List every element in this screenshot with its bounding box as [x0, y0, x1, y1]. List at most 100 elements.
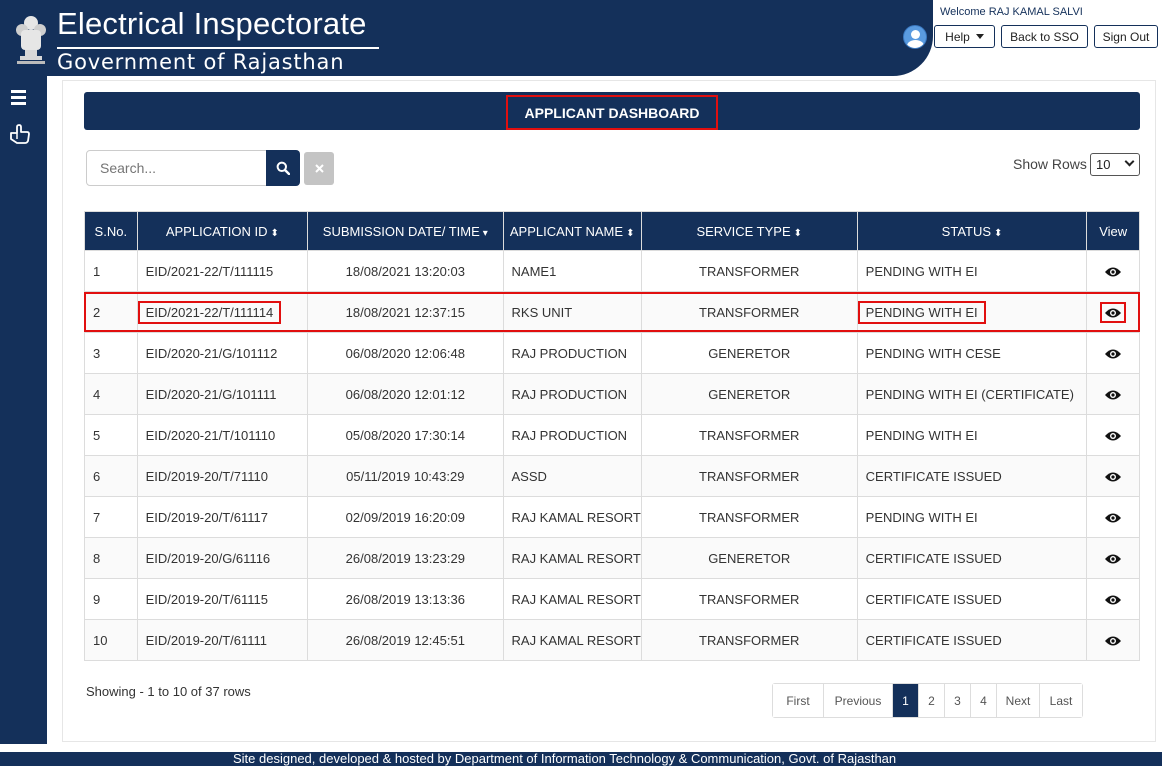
search-input[interactable] — [86, 150, 267, 186]
cell-applicant-name: RAJ PRODUCTION — [502, 332, 642, 374]
caret-down-icon — [975, 34, 984, 39]
header-application-id[interactable]: APPLICATION ID ⬍ — [136, 211, 309, 251]
close-icon — [314, 164, 324, 173]
cell-application-id: EID/2019-20/T/61111 — [136, 619, 309, 661]
cell-sno: 10 — [84, 619, 138, 661]
cell-submission-date: 05/08/2020 17:30:14 — [307, 414, 504, 456]
cell-application-id: EID/2019-20/T/61117 — [136, 496, 309, 538]
search-icon — [276, 161, 290, 175]
cell-submission-date: 06/08/2020 12:06:48 — [307, 332, 504, 374]
eye-icon — [1105, 308, 1122, 318]
header-submission-date[interactable]: SUBMISSION DATE/ TIME ▾ — [307, 211, 504, 251]
hand-pointer-icon[interactable] — [9, 124, 31, 144]
footer-text: Site designed, developed & hosted by Dep… — [233, 751, 897, 766]
cell-status: PENDING WITH EI (CERTIFICATE) — [856, 373, 1088, 415]
page-previous[interactable]: Previous — [824, 684, 893, 717]
header-status[interactable]: STATUS ⬍ — [856, 211, 1088, 251]
page-1[interactable]: 1 — [893, 684, 919, 717]
view-button[interactable] — [1086, 250, 1140, 292]
cell-status: CERTIFICATE ISSUED — [856, 578, 1088, 620]
view-button[interactable] — [1086, 414, 1140, 456]
cell-submission-date: 02/09/2019 16:20:09 — [307, 496, 504, 538]
cell-applicant-name: RAJ PRODUCTION — [502, 414, 642, 456]
search-button[interactable] — [266, 150, 300, 186]
cell-service-type: TRANSFORMER — [640, 291, 858, 333]
back-to-sso-button[interactable]: Back to SSO — [1001, 25, 1088, 48]
show-rows-label: Show Rows — [1013, 156, 1087, 172]
sort-icon: ⬍ — [994, 227, 1003, 239]
cell-applicant-name: RAJ KAMAL RESORT — [502, 619, 642, 661]
cell-service-type: TRANSFORMER — [640, 414, 858, 456]
cell-application-id: EID/2019-20/T/71110 — [136, 455, 309, 497]
welcome-text: Welcome RAJ KAMAL SALVI — [940, 6, 1083, 18]
cell-applicant-name: NAME1 — [502, 250, 642, 292]
user-avatar-icon[interactable] — [903, 25, 927, 49]
sign-out-button[interactable]: Sign Out — [1094, 25, 1158, 48]
page-3[interactable]: 3 — [945, 684, 971, 717]
cell-service-type: GENERETOR — [640, 537, 858, 579]
cell-sno: 4 — [84, 373, 138, 415]
clear-search-button[interactable] — [304, 152, 334, 185]
cell-applicant-name: RAJ KAMAL RESORT — [502, 578, 642, 620]
header-service-type[interactable]: SERVICE TYPE ⬍ — [640, 211, 858, 251]
cell-status: PENDING WITH EI — [856, 291, 1088, 333]
page-4[interactable]: 4 — [971, 684, 997, 717]
cell-applicant-name: RAJ KAMAL RESORT — [502, 537, 642, 579]
view-button[interactable] — [1086, 373, 1140, 415]
cell-application-id: EID/2020-21/G/101112 — [136, 332, 309, 374]
page-last[interactable]: Last — [1040, 684, 1082, 717]
cell-application-id: EID/2021-22/T/111115 — [136, 250, 309, 292]
eye-icon — [1105, 595, 1122, 605]
cell-service-type: GENERETOR — [640, 332, 858, 374]
cell-status: PENDING WITH EI — [856, 250, 1088, 292]
cell-sno: 5 — [84, 414, 138, 456]
sort-icon: ⬍ — [626, 227, 635, 239]
cell-applicant-name: RAJ KAMAL RESORT — [502, 496, 642, 538]
view-button[interactable] — [1086, 332, 1140, 374]
view-highlight — [1100, 301, 1127, 323]
cell-status: CERTIFICATE ISSUED — [856, 455, 1088, 497]
page-2[interactable]: 2 — [919, 684, 945, 717]
sort-icon: ⬍ — [793, 227, 803, 239]
view-button[interactable] — [1086, 578, 1140, 620]
applications-table: S.No. APPLICATION ID ⬍ SUBMISSION DATE/ T… — [84, 211, 1140, 661]
rows-per-page-select[interactable]: 10 — [1090, 153, 1140, 176]
help-label: Help — [945, 29, 970, 44]
sidebar — [0, 76, 47, 744]
cell-submission-date: 26/08/2019 13:13:36 — [307, 578, 504, 620]
table-row: 7 EID/2019-20/T/61117 02/09/2019 16:20:09 R… — [84, 496, 1140, 538]
page-next[interactable]: Next — [997, 684, 1040, 717]
table-header-row: S.No. APPLICATION ID ⬍ SUBMISSION DATE/ T… — [84, 211, 1140, 251]
header-applicant-name[interactable]: APPLICANT NAME ⬍ — [502, 211, 642, 251]
cell-sno: 3 — [84, 332, 138, 374]
table-row: 9 EID/2019-20/T/61115 26/08/2019 13:13:36 R… — [84, 578, 1140, 620]
table-row: 5 EID/2020-21/T/101110 05/08/2020 17:30:14… — [84, 414, 1140, 456]
chevron-down-icon — [1124, 156, 1135, 167]
hamburger-menu-icon[interactable] — [11, 90, 26, 108]
cell-sno: 7 — [84, 496, 138, 538]
cell-service-type: TRANSFORMER — [640, 496, 858, 538]
cell-submission-date: 26/08/2019 13:23:29 — [307, 537, 504, 579]
cell-service-type: TRANSFORMER — [640, 619, 858, 661]
cell-sno: 8 — [84, 537, 138, 579]
table-row: 10 EID/2019-20/T/61111 26/08/2019 12:45:51… — [84, 619, 1140, 661]
rows-select-value: 10 — [1096, 157, 1111, 172]
view-button[interactable] — [1086, 619, 1140, 661]
page-first[interactable]: First — [773, 684, 824, 717]
eye-icon — [1105, 472, 1122, 482]
header-sno: S.No. — [84, 211, 138, 251]
table-row: 8 EID/2019-20/G/61116 26/08/2019 13:23:29 R… — [84, 537, 1140, 579]
cell-application-id: EID/2020-21/T/101110 — [136, 414, 309, 456]
cell-status: PENDING WITH CESE — [856, 332, 1088, 374]
view-button[interactable] — [1086, 496, 1140, 538]
help-button[interactable]: Help — [934, 25, 995, 48]
cell-submission-date: 18/08/2021 13:20:03 — [307, 250, 504, 292]
cell-applicant-name: RAJ PRODUCTION — [502, 373, 642, 415]
cell-status: CERTIFICATE ISSUED — [856, 619, 1088, 661]
view-button[interactable] — [1086, 537, 1140, 579]
view-button[interactable] — [1086, 455, 1140, 497]
status-highlight: PENDING WITH EI — [857, 300, 986, 324]
site-header: Electrical Inspectorate Government of Ra… — [0, 0, 1162, 76]
view-button[interactable] — [1086, 291, 1140, 333]
eye-icon — [1105, 554, 1122, 564]
